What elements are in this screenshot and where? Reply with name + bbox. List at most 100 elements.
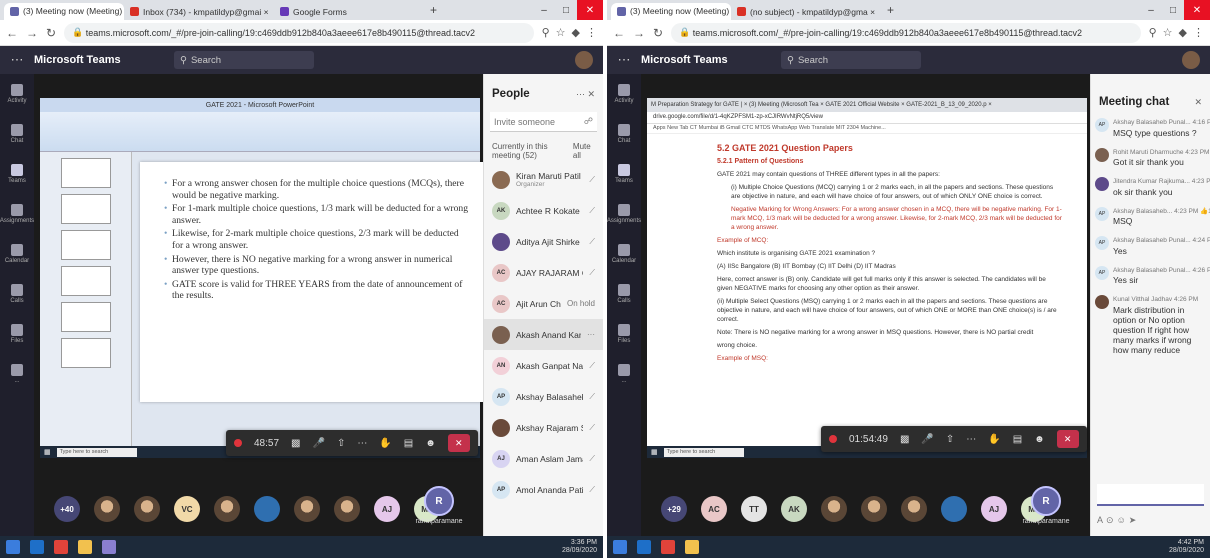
- browser-tab[interactable]: Inbox (734) - kmpatildyp@gmai ×: [124, 3, 274, 20]
- reload-icon[interactable]: ↻: [46, 26, 56, 40]
- participant-avatar[interactable]: [861, 496, 887, 522]
- rail-item[interactable]: Calendar: [0, 234, 34, 274]
- forward-icon[interactable]: →: [26, 26, 38, 40]
- rail-item[interactable]: Activity: [0, 74, 34, 114]
- ie-icon[interactable]: [30, 540, 44, 554]
- participant-avatar[interactable]: [254, 496, 280, 522]
- app-launcher-icon[interactable]: ⋯: [607, 52, 641, 68]
- participant-avatar[interactable]: [294, 496, 320, 522]
- participant-row[interactable]: AP Amol Ananda Patil ⟋: [484, 474, 603, 505]
- zoom-icon[interactable]: ⚲: [542, 26, 550, 39]
- close-panel-icon[interactable]: ⋯ ✕: [576, 89, 595, 100]
- raise-hand-icon[interactable]: ✋: [988, 434, 1000, 445]
- slide-thumbnail[interactable]: [60, 230, 111, 260]
- participant-avatar[interactable]: [821, 496, 847, 522]
- rail-item[interactable]: Activity: [607, 74, 641, 114]
- maximize-button[interactable]: □: [1162, 0, 1184, 20]
- participant-row[interactable]: AN Akash Ganpat Nalawade ⟋: [484, 350, 603, 381]
- share-icon[interactable]: ⇧: [946, 434, 954, 445]
- participant-avatar[interactable]: [901, 496, 927, 522]
- participant-avatar[interactable]: AJ: [374, 496, 400, 522]
- rail-item[interactable]: Teams: [0, 154, 34, 194]
- camera-icon[interactable]: ▩: [291, 438, 300, 449]
- folder-icon[interactable]: [78, 540, 92, 554]
- participant-row[interactable]: AK Achtee R Kokate ⟋: [484, 195, 603, 226]
- rail-item[interactable]: Files: [607, 314, 641, 354]
- close-button[interactable]: ✕: [1184, 0, 1210, 20]
- emoji-icon[interactable]: ☺: [1117, 515, 1129, 525]
- participant-row[interactable]: AC AJAY RAJARAM CHAVAN ⟋: [484, 257, 603, 288]
- close-button[interactable]: ✕: [577, 0, 603, 20]
- browser-tab[interactable]: (no subject) - kmpatildyp@gma ×: [731, 3, 881, 20]
- teams-search[interactable]: ⚲ Search: [781, 51, 921, 69]
- participant-row[interactable]: AP Akshay Balasaheb Punalkar ⟋: [484, 381, 603, 412]
- participant-avatar[interactable]: [214, 496, 240, 522]
- url-field[interactable]: 🔒 teams.microsoft.com/_#/pre-join-callin…: [671, 22, 1141, 43]
- star-icon[interactable]: ☆: [556, 26, 566, 39]
- raise-hand-icon[interactable]: ✋: [379, 438, 391, 449]
- participant-avatar[interactable]: +29: [661, 496, 687, 522]
- more-icon[interactable]: ⋯: [966, 434, 976, 445]
- maximize-button[interactable]: □: [555, 0, 577, 20]
- more-icon[interactable]: ⋯: [357, 438, 367, 449]
- participant-avatar[interactable]: AC: [701, 496, 727, 522]
- participant-row[interactable]: AC Ajit Arun Chougule On hold: [484, 288, 603, 319]
- rail-item[interactable]: Calls: [607, 274, 641, 314]
- participant-row[interactable]: AJ Aman Aslam Jamadar ⟋: [484, 443, 603, 474]
- back-icon[interactable]: ←: [6, 26, 18, 40]
- mic-icon[interactable]: 🎤: [312, 438, 324, 449]
- slide-thumbnail[interactable]: [60, 158, 111, 188]
- mute-all-button[interactable]: Mute all: [573, 142, 595, 160]
- participant-avatar[interactable]: [134, 496, 160, 522]
- minimize-button[interactable]: –: [533, 0, 555, 20]
- rail-item[interactable]: Calls: [0, 274, 34, 314]
- menu-icon[interactable]: ⋮: [586, 26, 597, 39]
- copy-link-icon[interactable]: ☍: [584, 116, 593, 127]
- format-icon[interactable]: A: [1097, 515, 1106, 525]
- app-icon[interactable]: [102, 540, 116, 554]
- start-icon[interactable]: [613, 540, 627, 554]
- rail-item[interactable]: Chat: [607, 114, 641, 154]
- ie-icon[interactable]: [637, 540, 651, 554]
- chat-icon[interactable]: ▤: [1013, 434, 1022, 445]
- rail-item[interactable]: Chat: [0, 114, 34, 154]
- zoom-icon[interactable]: ⚲: [1149, 26, 1157, 39]
- menu-icon[interactable]: ⋮: [1193, 26, 1204, 39]
- slide-thumbnail[interactable]: [60, 338, 111, 368]
- minimize-button[interactable]: –: [1140, 0, 1162, 20]
- attach-icon[interactable]: ⊙: [1106, 515, 1117, 525]
- profile-avatar[interactable]: [575, 51, 593, 69]
- new-tab-button[interactable]: +: [881, 3, 900, 17]
- star-icon[interactable]: ☆: [1163, 26, 1173, 39]
- chat-icon[interactable]: ▤: [404, 438, 413, 449]
- app-launcher-icon[interactable]: ⋯: [0, 52, 34, 68]
- browser-tab[interactable]: (3) Meeting now (Meeting) | ⊙ ×: [611, 3, 731, 20]
- participant-avatar[interactable]: AJ: [981, 496, 1007, 522]
- participant-row[interactable]: Kiran Maruti Patil Organizer ⟋: [484, 164, 603, 195]
- extension-icon[interactable]: ◆: [572, 26, 580, 39]
- participant-avatar[interactable]: [334, 496, 360, 522]
- chat-composer[interactable]: [1097, 484, 1204, 506]
- profile-avatar[interactable]: [1182, 51, 1200, 69]
- close-panel-icon[interactable]: ✕: [1194, 97, 1202, 108]
- participants-icon[interactable]: ☻: [425, 438, 436, 449]
- new-tab-button[interactable]: +: [424, 3, 443, 17]
- reload-icon[interactable]: ↻: [653, 26, 663, 40]
- browser-tab[interactable]: Google Forms: [274, 3, 424, 20]
- participant-row[interactable]: Akshay Rajaram Salunke ⟋: [484, 412, 603, 443]
- rail-item[interactable]: Calendar: [607, 234, 641, 274]
- chrome-icon[interactable]: [54, 540, 68, 554]
- rail-item[interactable]: ...: [607, 354, 641, 394]
- slide-thumbnail[interactable]: [60, 302, 111, 332]
- camera-icon[interactable]: ▩: [900, 434, 909, 445]
- forward-icon[interactable]: →: [633, 26, 645, 40]
- participant-avatar[interactable]: +40: [54, 496, 80, 522]
- invite-input[interactable]: Invite someone ☍: [490, 112, 597, 132]
- start-icon[interactable]: [6, 540, 20, 554]
- send-icon[interactable]: ➤: [1129, 515, 1140, 525]
- participant-avatar[interactable]: VC: [174, 496, 200, 522]
- hangup-button[interactable]: ✕: [447, 434, 470, 452]
- folder-icon[interactable]: [685, 540, 699, 554]
- participant-avatar[interactable]: AK: [781, 496, 807, 522]
- rail-item[interactable]: Teams: [607, 154, 641, 194]
